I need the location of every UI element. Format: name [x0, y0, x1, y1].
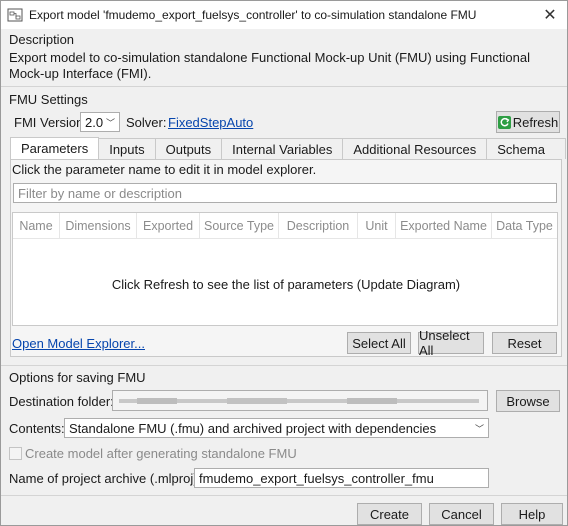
- destination-folder-field[interactable]: [112, 390, 488, 411]
- parameters-hint: Click the parameter name to edit it in m…: [12, 162, 317, 177]
- close-icon[interactable]: ✕: [533, 1, 567, 29]
- filter-input[interactable]: [13, 183, 557, 203]
- divider: [1, 365, 567, 366]
- tab-schema[interactable]: Schema: [486, 138, 567, 159]
- create-button[interactable]: Create: [357, 503, 422, 525]
- window-title: Export model 'fmudemo_export_fuelsys_con…: [29, 8, 477, 22]
- tab-strip: Parameters Inputs Outputs Internal Varia…: [10, 137, 567, 159]
- open-model-explorer-link[interactable]: Open Model Explorer...: [12, 336, 145, 351]
- empty-table-message: Click Refresh to see the list of paramet…: [111, 277, 461, 292]
- tab-inputs[interactable]: Inputs: [98, 138, 156, 159]
- chevron-down-icon: ﹀: [474, 423, 484, 434]
- contents-value: Standalone FMU (.fmu) and archived proje…: [69, 420, 437, 436]
- column-header-dimensions[interactable]: Dimensions: [60, 213, 137, 238]
- browse-button[interactable]: Browse: [496, 390, 560, 412]
- create-model-label: Create model after generating standalone…: [25, 446, 297, 461]
- column-header-exported[interactable]: Exported: [137, 213, 200, 238]
- cancel-button[interactable]: Cancel: [429, 503, 494, 525]
- fmi-version-value: 2.0: [85, 114, 104, 130]
- reset-button[interactable]: Reset: [492, 332, 557, 354]
- fmi-version-label: FMI Version: [14, 115, 84, 130]
- fmu-settings-heading: FMU Settings: [9, 92, 88, 107]
- divider: [1, 86, 567, 87]
- table-header: Name Dimensions Exported Source Type Des…: [13, 213, 557, 239]
- destination-path-blurred: [119, 398, 479, 404]
- tab-outputs[interactable]: Outputs: [154, 138, 223, 159]
- parameters-table: Name Dimensions Exported Source Type Des…: [12, 212, 558, 326]
- description-text: Export model to co-simulation standalone…: [9, 50, 530, 81]
- destination-folder-label: Destination folder:: [9, 394, 114, 409]
- project-archive-input[interactable]: [194, 468, 489, 488]
- export-fmu-dialog: Export model 'fmudemo_export_fuelsys_con…: [0, 0, 568, 526]
- column-header-name[interactable]: Name: [13, 213, 60, 238]
- column-header-source-type[interactable]: Source Type: [200, 213, 279, 238]
- fmi-version-select[interactable]: 2.0 ﹀: [80, 112, 120, 132]
- solver-link[interactable]: FixedStepAuto: [168, 115, 253, 130]
- description-heading: Description: [9, 32, 75, 47]
- chevron-down-icon: ﹀: [105, 117, 115, 128]
- title-bar: Export model 'fmudemo_export_fuelsys_con…: [1, 1, 567, 29]
- matlab-app-icon: [7, 7, 23, 23]
- unselect-all-button[interactable]: Unselect All: [418, 328, 484, 358]
- refresh-button[interactable]: Refresh: [496, 111, 560, 133]
- tab-additional-resources[interactable]: Additional Resources: [342, 138, 488, 159]
- select-all-button[interactable]: Select All: [347, 332, 411, 354]
- project-archive-label: Name of project archive (.mlproj):: [9, 471, 202, 486]
- contents-select[interactable]: Standalone FMU (.fmu) and archived proje…: [64, 418, 489, 438]
- column-header-unit[interactable]: Unit: [358, 213, 396, 238]
- saving-options-heading: Options for saving FMU: [9, 370, 146, 385]
- parameters-panel: Click the parameter name to edit it in m…: [10, 159, 562, 358]
- column-header-description[interactable]: Description: [279, 213, 358, 238]
- tab-internal-variables[interactable]: Internal Variables: [221, 138, 344, 159]
- column-header-exported-name[interactable]: Exported Name: [396, 213, 492, 238]
- refresh-label: Refresh: [512, 114, 559, 130]
- help-button[interactable]: Help: [501, 503, 563, 525]
- solver-label: Solver:: [126, 115, 167, 130]
- divider: [1, 495, 567, 496]
- refresh-icon: [497, 115, 511, 129]
- tab-parameters[interactable]: Parameters: [10, 137, 100, 159]
- contents-label: Contents:: [9, 421, 65, 436]
- column-header-data-type[interactable]: Data Type: [492, 213, 557, 238]
- create-model-checkbox[interactable]: [9, 447, 22, 460]
